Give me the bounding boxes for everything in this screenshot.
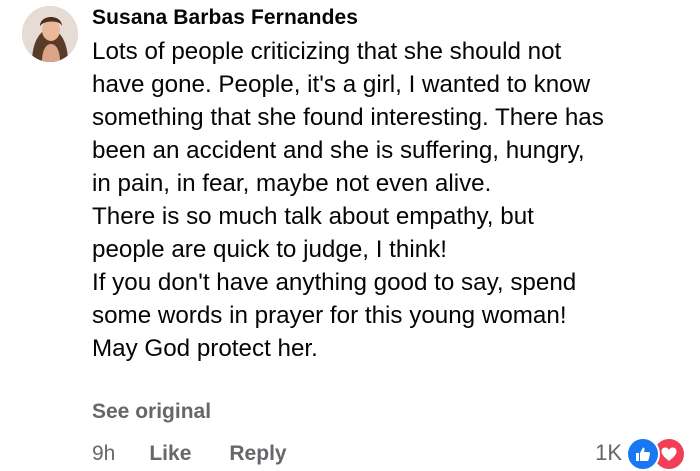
comment-line: There is so much talk about empathy, but bbox=[92, 203, 534, 230]
comment-bubble: Susana Barbas Fernandes Lots of people c… bbox=[92, 4, 682, 365]
reaction-icons bbox=[626, 437, 686, 471]
reactions-summary[interactable]: 1K bbox=[595, 437, 686, 471]
comment-text: Lots of people criticizing that she shou… bbox=[92, 35, 682, 365]
comment-line: in pain, in fear, maybe not even alive. bbox=[92, 170, 492, 197]
comment-line: have gone. People, it's a girl, I wanted… bbox=[92, 71, 591, 98]
timestamp[interactable]: 9h bbox=[92, 442, 115, 466]
comment-line: people are quick to judge, I think! bbox=[92, 236, 447, 263]
comment-line: some words in prayer for this young woma… bbox=[92, 302, 567, 329]
reply-button[interactable]: Reply bbox=[229, 442, 286, 466]
comment: Susana Barbas Fernandes Lots of people c… bbox=[0, 0, 700, 471]
avatar-image bbox=[22, 6, 78, 62]
avatar[interactable] bbox=[22, 6, 78, 62]
comment-line: If you don't have anything good to say, … bbox=[92, 269, 577, 296]
see-original-link[interactable]: See original bbox=[92, 400, 211, 424]
comment-line: May God protect her. bbox=[92, 335, 318, 362]
comment-line: been an accident and she is suffering, h… bbox=[92, 137, 585, 164]
like-button[interactable]: Like bbox=[149, 442, 191, 466]
reaction-count: 1K bbox=[595, 440, 622, 465]
comment-line: Lots of people criticizing that she shou… bbox=[92, 38, 562, 65]
author-name[interactable]: Susana Barbas Fernandes bbox=[92, 4, 682, 32]
comment-line: something that she found interesting. Th… bbox=[92, 104, 604, 131]
like-icon bbox=[626, 437, 660, 471]
comment-actions: 9h Like Reply bbox=[92, 440, 287, 468]
